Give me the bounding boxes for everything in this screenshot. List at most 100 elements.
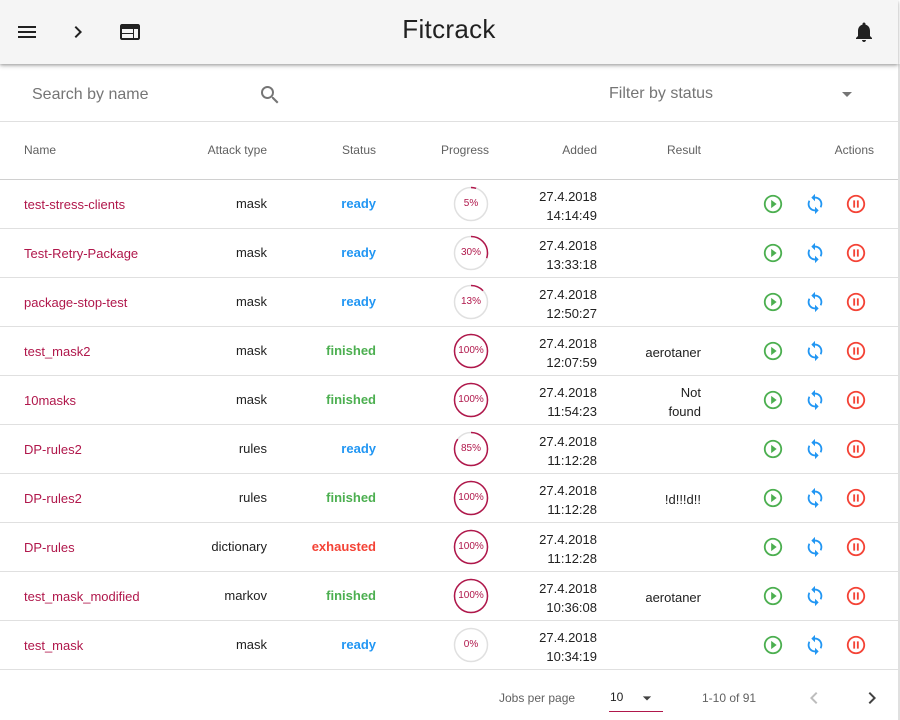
chevron-left-icon[interactable] — [802, 686, 826, 710]
play-circle-icon[interactable] — [762, 487, 784, 509]
restart-icon[interactable] — [804, 242, 826, 264]
col-header-status[interactable]: Status — [342, 143, 376, 157]
job-name-link[interactable]: package-stop-test — [24, 295, 127, 310]
web-window-icon[interactable] — [118, 20, 142, 44]
chevron-right-icon[interactable] — [66, 20, 90, 44]
pause-circle-icon[interactable] — [845, 193, 867, 215]
job-name-link[interactable]: test_mask2 — [24, 344, 90, 359]
table-row[interactable]: 10masks mask finished 100% 27.4.2018 11:54:23… — [0, 376, 898, 425]
per-page-select[interactable]: 10 — [609, 682, 663, 712]
table-row[interactable]: package-stop-test mask ready 13% 27.4.2018 12… — [0, 278, 898, 327]
job-name-link[interactable]: test_mask_modified — [24, 589, 140, 604]
progress-ring: 0% — [453, 627, 489, 663]
page-range: 1-10 of 91 — [702, 691, 757, 705]
attack-type: mask — [235, 637, 267, 652]
col-header-attack-type[interactable]: Attack type — [208, 143, 267, 157]
chevron-right-icon[interactable] — [860, 686, 884, 710]
restart-icon[interactable] — [804, 340, 826, 362]
col-header-actions: Actions — [834, 143, 874, 157]
result-line: found — [668, 404, 701, 419]
play-circle-icon[interactable] — [762, 242, 784, 264]
progress-percent: 100% — [458, 541, 484, 552]
result-text: Not found — [668, 383, 701, 421]
job-name-link[interactable]: test_mask — [24, 638, 83, 653]
restart-icon[interactable] — [804, 438, 826, 460]
added-datetime: 27.4.2018 11:54:23 — [539, 383, 597, 421]
added-time: 14:14:49 — [546, 208, 597, 223]
progress-ring: 100% — [453, 333, 489, 369]
play-circle-icon[interactable] — [762, 389, 784, 411]
added-datetime: 27.4.2018 11:12:28 — [539, 432, 597, 470]
status-label: finished — [326, 343, 376, 358]
play-circle-icon[interactable] — [762, 438, 784, 460]
job-name-link[interactable]: 10masks — [24, 393, 76, 408]
restart-icon[interactable] — [804, 389, 826, 411]
progress-ring: 30% — [453, 235, 489, 271]
progress-percent: 100% — [458, 590, 484, 601]
restart-icon[interactable] — [804, 634, 826, 656]
result-line: Not — [680, 385, 701, 400]
progress-percent: 30% — [460, 247, 481, 258]
progress-ring: 100% — [453, 529, 489, 565]
pause-circle-icon[interactable] — [845, 487, 867, 509]
added-date: 27.4.2018 — [539, 336, 597, 351]
table-row[interactable]: test_mask mask ready 0% 27.4.2018 10:34:19 — [0, 621, 898, 670]
table-row[interactable]: Test-Retry-Package mask ready 30% 27.4.2018 1… — [0, 229, 898, 278]
added-time: 10:36:08 — [546, 600, 597, 615]
added-time: 12:07:59 — [546, 355, 597, 370]
search-input[interactable] — [32, 82, 252, 108]
play-circle-icon[interactable] — [762, 585, 784, 607]
play-circle-icon[interactable] — [762, 634, 784, 656]
pause-circle-icon[interactable] — [845, 389, 867, 411]
per-page-value: 10 — [610, 690, 624, 704]
table-row[interactable]: DP-rules2 rules finished 100% 27.4.2018 11:12… — [0, 474, 898, 523]
col-header-name[interactable]: Name — [24, 143, 56, 157]
table-row[interactable]: test_mask_modified markov finished 100% 27.4… — [0, 572, 898, 621]
restart-icon[interactable] — [804, 487, 826, 509]
job-name-link[interactable]: Test-Retry-Package — [24, 246, 138, 261]
pause-circle-icon[interactable] — [845, 340, 867, 362]
added-datetime: 27.4.2018 11:12:28 — [539, 481, 597, 519]
col-header-added[interactable]: Added — [562, 143, 597, 157]
restart-icon[interactable] — [804, 291, 826, 313]
result-line: aerotaner — [645, 345, 701, 360]
added-datetime: 27.4.2018 10:34:19 — [539, 628, 597, 666]
table-row[interactable]: test-stress-clients mask ready 5% 27.4.2018 1… — [0, 180, 898, 229]
pause-circle-icon[interactable] — [845, 536, 867, 558]
status-filter-select[interactable]: Filter by status — [609, 82, 859, 108]
restart-icon[interactable] — [804, 585, 826, 607]
pause-circle-icon[interactable] — [845, 291, 867, 313]
menu-icon[interactable] — [15, 20, 39, 44]
job-name-link[interactable]: DP-rules2 — [24, 491, 82, 506]
progress-percent: 0% — [463, 639, 479, 650]
play-circle-icon[interactable] — [762, 291, 784, 313]
restart-icon[interactable] — [804, 536, 826, 558]
added-time: 13:33:18 — [546, 257, 597, 272]
pause-circle-icon[interactable] — [845, 634, 867, 656]
job-name-link[interactable]: DP-rules2 — [24, 442, 82, 457]
pause-circle-icon[interactable] — [845, 438, 867, 460]
restart-icon[interactable] — [804, 193, 826, 215]
bell-icon[interactable] — [852, 20, 876, 44]
play-circle-icon[interactable] — [762, 193, 784, 215]
pause-circle-icon[interactable] — [845, 585, 867, 607]
status-label: ready — [341, 196, 376, 211]
play-circle-icon[interactable] — [762, 340, 784, 362]
progress-ring: 85% — [453, 431, 489, 467]
job-name-link[interactable]: DP-rules — [24, 540, 75, 555]
result-text: aerotaner — [645, 343, 701, 362]
attack-type: dictionary — [211, 539, 267, 554]
play-circle-icon[interactable] — [762, 536, 784, 558]
col-header-progress[interactable]: Progress — [441, 143, 489, 157]
status-label: ready — [341, 245, 376, 260]
job-name-link[interactable]: test-stress-clients — [24, 197, 125, 212]
col-header-result[interactable]: Result — [667, 143, 701, 157]
table-row[interactable]: test_mask2 mask finished 100% 27.4.2018 12:07… — [0, 327, 898, 376]
pause-circle-icon[interactable] — [845, 242, 867, 264]
app-toolbar: Fitcrack — [0, 0, 898, 64]
search-icon[interactable] — [258, 83, 282, 107]
table-row[interactable]: DP-rules2 rules ready 85% 27.4.2018 11:12:28 — [0, 425, 898, 474]
attack-type: rules — [238, 490, 267, 505]
added-date: 27.4.2018 — [539, 238, 597, 253]
table-row[interactable]: DP-rules dictionary exhausted 100% 27.4.2018… — [0, 523, 898, 572]
